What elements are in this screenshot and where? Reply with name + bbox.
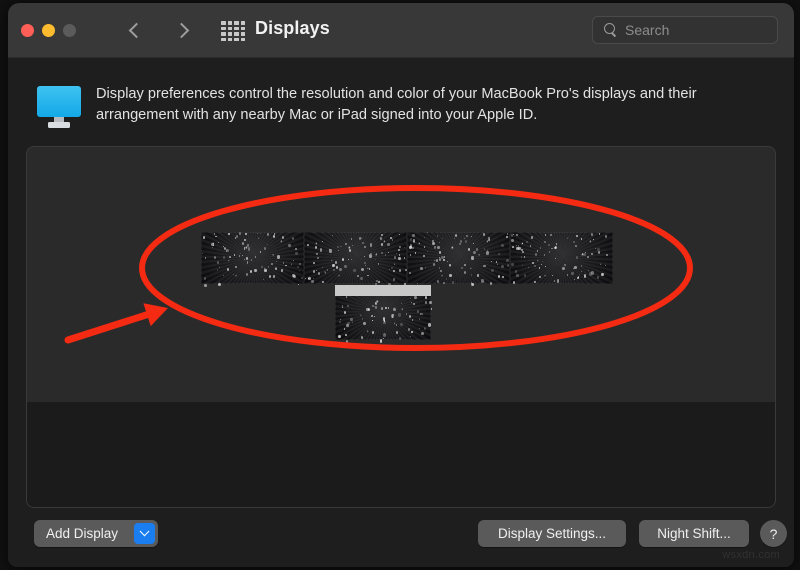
- zoom-button[interactable]: [63, 24, 76, 37]
- display-menu-bar[interactable]: [335, 285, 431, 296]
- traffic-lights: [21, 24, 76, 37]
- desk-surface: [27, 402, 775, 507]
- window-titlebar: Displays: [8, 3, 794, 58]
- chevron-right-icon: [173, 22, 189, 38]
- display-monitor-icon: [37, 86, 81, 130]
- display-3[interactable]: [407, 232, 511, 287]
- add-display-button[interactable]: Add Display: [34, 520, 158, 547]
- display-arrangement-panel[interactable]: To rearrange displays, drag them to the …: [26, 146, 776, 508]
- search-input[interactable]: [625, 22, 765, 38]
- chevron-left-icon: [128, 22, 144, 38]
- search-field[interactable]: [592, 16, 778, 44]
- forward-button[interactable]: [166, 15, 196, 45]
- displays-preferences-window: Displays Display preferences control the…: [8, 3, 794, 567]
- description-text: Display preferences control the resoluti…: [96, 86, 697, 123]
- close-button[interactable]: [21, 24, 34, 37]
- display-main[interactable]: [335, 285, 433, 343]
- add-display-label: Add Display: [46, 526, 119, 541]
- display-settings-button[interactable]: Display Settings...: [478, 520, 626, 547]
- display-1[interactable]: [201, 232, 306, 287]
- description-row: Display preferences control the resoluti…: [37, 84, 767, 130]
- watermark: wsxdn.com: [722, 549, 780, 561]
- help-button[interactable]: ?: [760, 520, 787, 547]
- display-2[interactable]: [304, 232, 407, 286]
- show-all-grid-icon[interactable]: [218, 20, 248, 42]
- chevron-down-icon[interactable]: [134, 523, 155, 544]
- back-button[interactable]: [121, 15, 151, 45]
- minimize-button[interactable]: [42, 24, 55, 37]
- night-shift-button[interactable]: Night Shift...: [639, 520, 749, 547]
- page-title: Displays: [255, 18, 330, 38]
- display-4[interactable]: [510, 232, 613, 284]
- search-icon: [604, 23, 618, 37]
